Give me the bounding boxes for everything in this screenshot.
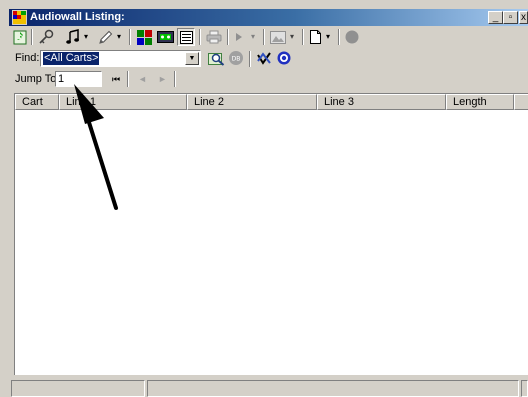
audiowall-window: Audiowall Listing: _ ▫ x ▾ ▾ ▾ ▾ ▾ Find:…	[0, 0, 528, 397]
annotation-arrow-icon	[74, 84, 118, 210]
